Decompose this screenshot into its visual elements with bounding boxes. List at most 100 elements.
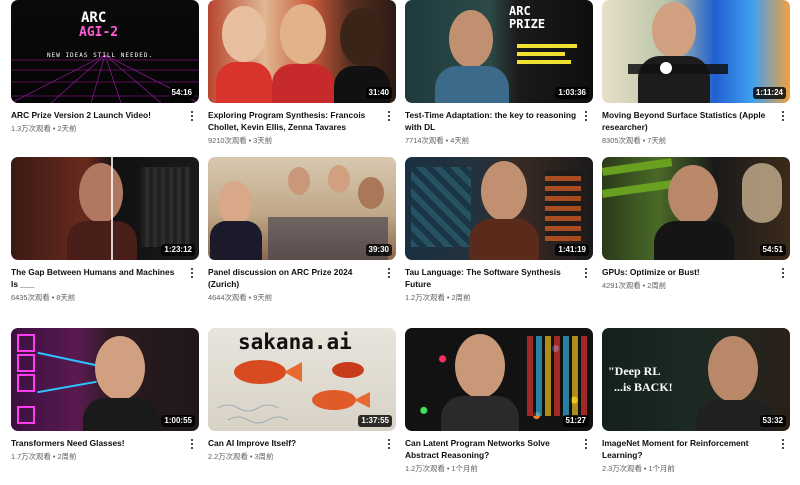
video-card[interactable]: 1:41:19 Tau Language: The Software Synth…	[405, 157, 593, 303]
video-title[interactable]: Moving Beyond Surface Statistics (Apple …	[602, 109, 774, 133]
video-title[interactable]: GPUs: Optimize or Bust!	[602, 266, 774, 278]
video-title[interactable]: Can AI Improve Itself?	[208, 437, 380, 449]
video-grid: ARC AGI-2 NEW IDEAS STILL NEEDED. 54:16 …	[0, 0, 800, 485]
video-card[interactable]: sakana.ai 1:37:55 Can AI Improve Itself?…	[208, 328, 396, 462]
video-title[interactable]: Test-Time Adaptation: the key to reasoni…	[405, 109, 577, 133]
upload-age: 2天前	[57, 124, 77, 133]
video-title[interactable]: The Gap Between Humans and Machines Is _…	[11, 266, 183, 290]
more-vert-icon[interactable]	[187, 437, 197, 451]
video-thumbnail[interactable]: sakana.ai 1:37:55	[208, 328, 396, 431]
video-duration: 1:37:55	[358, 415, 392, 427]
view-count: 6435次观看	[11, 293, 50, 302]
video-title[interactable]: ImageNet Moment for Reinforcement Learni…	[602, 437, 774, 461]
video-card[interactable]: 31:40 Exploring Program Synthesis: Franc…	[208, 0, 396, 146]
video-stats: 1.2万次观看 • 1个月前	[405, 464, 478, 473]
upload-age: 1个月前	[451, 464, 478, 473]
video-thumbnail[interactable]: ARC AGI-2 NEW IDEAS STILL NEEDED. 54:16	[11, 0, 199, 103]
video-thumbnail[interactable]: 1:11:24	[602, 0, 790, 103]
video-title[interactable]: Tau Language: The Software Synthesis Fut…	[405, 266, 577, 290]
more-vert-icon[interactable]	[187, 266, 197, 280]
more-vert-icon[interactable]	[384, 109, 394, 123]
video-stats: 9210次观看 • 3天前	[208, 136, 273, 145]
video-thumbnail[interactable]: 1:23:12	[11, 157, 199, 260]
upload-age: 1个月前	[648, 464, 675, 473]
video-title[interactable]: ARC Prize Version 2 Launch Video!	[11, 109, 183, 121]
video-title[interactable]: Transformers Need Glasses!	[11, 437, 183, 449]
video-card[interactable]: ARC PRIZE 1:03:36 Test-Time Adaptation: …	[405, 0, 593, 146]
video-duration: 53:32	[759, 415, 786, 427]
video-duration: 1:03:36	[555, 87, 589, 99]
view-count: 2.3万次观看	[602, 464, 642, 473]
video-stats: 6435次观看 • 8天前	[11, 293, 76, 302]
video-card[interactable]: 1:11:24 Moving Beyond Surface Statistics…	[602, 0, 790, 146]
video-duration: 31:40	[365, 87, 392, 99]
video-thumbnail[interactable]: 31:40	[208, 0, 396, 103]
view-count: 9210次观看	[208, 136, 247, 145]
video-duration: 1:11:24	[752, 87, 786, 99]
video-card[interactable]: 51:27 Can Latent Program Networks Solve …	[405, 328, 593, 474]
more-vert-icon[interactable]	[778, 266, 788, 280]
upload-age: 8天前	[56, 293, 76, 302]
video-title[interactable]: Panel discussion on ARC Prize 2024 (Zuri…	[208, 266, 380, 290]
video-stats: 4644次观看 • 9天前	[208, 293, 273, 302]
video-stats: 1.3万次观看 • 2天前	[11, 124, 77, 133]
video-duration: 54:51	[759, 244, 786, 256]
video-duration: 1:00:55	[161, 415, 195, 427]
video-card[interactable]: 1:00:55 Transformers Need Glasses! 1.7万次…	[11, 328, 199, 462]
upload-age: 2周前	[451, 293, 471, 302]
video-thumbnail[interactable]: 54:51	[602, 157, 790, 260]
video-stats: 1.7万次观看 • 2周前	[11, 452, 77, 461]
video-stats: 2.3万次观看 • 1个月前	[602, 464, 675, 473]
video-title[interactable]: Can Latent Program Networks Solve Abstra…	[405, 437, 577, 461]
video-thumbnail[interactable]: 51:27	[405, 328, 593, 431]
video-duration: 1:41:19	[555, 244, 589, 256]
video-duration: 1:23:12	[161, 244, 195, 256]
view-count: 1.2万次观看	[405, 464, 445, 473]
view-count: 1.7万次观看	[11, 452, 51, 461]
thumbnail-logo-text: ARC	[509, 4, 531, 18]
more-vert-icon[interactable]	[581, 437, 591, 451]
video-stats: 2.2万次观看 • 3周前	[208, 452, 274, 461]
video-duration: 39:30	[365, 244, 392, 256]
upload-age: 2周前	[57, 452, 77, 461]
upload-age: 7天前	[647, 136, 667, 145]
view-count: 4644次观看	[208, 293, 247, 302]
view-count: 7714次观看	[405, 136, 444, 145]
upload-age: 3周前	[254, 452, 274, 461]
view-count: 1.2万次观看	[405, 293, 445, 302]
video-stats: 4291次观看 • 2周前	[602, 281, 667, 290]
more-vert-icon[interactable]	[384, 437, 394, 451]
video-duration: 51:27	[562, 415, 589, 427]
video-thumbnail[interactable]: 39:30	[208, 157, 396, 260]
video-card[interactable]: 54:51 GPUs: Optimize or Bust! 4291次观看 • 2周…	[602, 157, 790, 291]
more-vert-icon[interactable]	[581, 109, 591, 123]
more-vert-icon[interactable]	[778, 437, 788, 451]
thumbnail-logo-subtext: PRIZE	[509, 17, 546, 31]
video-thumbnail[interactable]: 1:41:19	[405, 157, 593, 260]
more-vert-icon[interactable]	[187, 109, 197, 123]
video-title[interactable]: Exploring Program Synthesis: Francois Ch…	[208, 109, 380, 133]
upload-age: 3天前	[253, 136, 273, 145]
video-card[interactable]: 39:30 Panel discussion on ARC Prize 2024…	[208, 157, 396, 303]
view-count: 8305次观看	[602, 136, 641, 145]
view-count: 4291次观看	[602, 281, 641, 290]
upload-age: 4天前	[450, 136, 470, 145]
thumbnail-quote-text: "Deep RL	[608, 364, 661, 378]
video-thumbnail[interactable]: ARC PRIZE 1:03:36	[405, 0, 593, 103]
thumbnail-logo-subtext: AGI-2	[79, 25, 119, 40]
video-duration: 54:16	[168, 87, 195, 99]
upload-age: 9天前	[253, 293, 273, 302]
video-stats: 1.2万次观看 • 2周前	[405, 293, 471, 302]
more-vert-icon[interactable]	[384, 266, 394, 280]
view-count: 1.3万次观看	[11, 124, 51, 133]
video-card[interactable]: "Deep RL ...is BACK! 53:32 ImageNet Mome…	[602, 328, 790, 474]
more-vert-icon[interactable]	[778, 109, 788, 123]
video-card[interactable]: ARC AGI-2 NEW IDEAS STILL NEEDED. 54:16 …	[11, 0, 199, 134]
upload-age: 2周前	[647, 281, 667, 290]
video-stats: 7714次观看 • 4天前	[405, 136, 470, 145]
thumbnail-caption: NEW IDEAS STILL NEEDED.	[47, 52, 154, 59]
video-card[interactable]: 1:23:12 The Gap Between Humans and Machi…	[11, 157, 199, 303]
more-vert-icon[interactable]	[581, 266, 591, 280]
video-thumbnail[interactable]: "Deep RL ...is BACK! 53:32	[602, 328, 790, 431]
video-thumbnail[interactable]: 1:00:55	[11, 328, 199, 431]
